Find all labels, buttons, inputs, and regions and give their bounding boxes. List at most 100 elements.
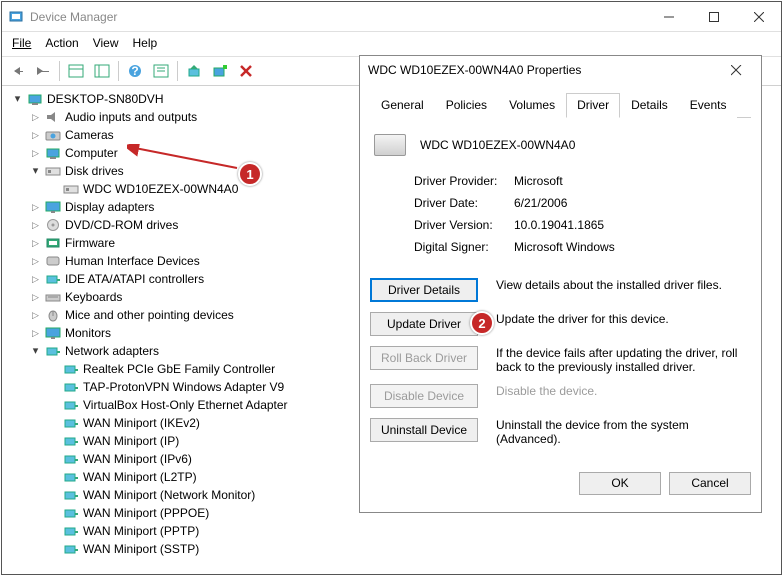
device-icon xyxy=(45,344,61,358)
tab-policies[interactable]: Policies xyxy=(435,93,498,118)
tab-details[interactable]: Details xyxy=(620,93,679,118)
device-icon xyxy=(63,182,79,196)
uninstall-icon[interactable] xyxy=(235,60,257,82)
tree-item-label: TAP-ProtonVPN Windows Adapter V9 xyxy=(83,378,284,396)
menu-file[interactable]: File xyxy=(12,36,31,50)
collapse-icon[interactable] xyxy=(30,166,41,177)
device-icon xyxy=(63,416,79,430)
menu-view[interactable]: View xyxy=(93,36,119,50)
forward-button[interactable] xyxy=(32,60,54,82)
expand-icon[interactable] xyxy=(30,202,41,213)
toolbar-separator xyxy=(177,61,178,81)
collapse-icon[interactable] xyxy=(30,346,41,357)
tab-general[interactable]: General xyxy=(370,93,435,118)
expand-icon[interactable] xyxy=(30,292,41,303)
device-icon xyxy=(63,488,79,502)
disable-device-button[interactable]: Disable Device xyxy=(370,384,478,408)
cancel-button[interactable]: Cancel xyxy=(669,472,751,495)
device-icon xyxy=(45,308,61,322)
close-button[interactable] xyxy=(736,2,781,31)
tree-item-label: Cameras xyxy=(65,126,114,144)
annotation-badge-1: 1 xyxy=(238,162,262,186)
device-icon xyxy=(45,146,61,160)
tree-item[interactable]: WAN Miniport (PPTP) xyxy=(48,522,775,540)
menu-help[interactable]: Help xyxy=(133,36,158,50)
expand-icon[interactable] xyxy=(30,220,41,231)
annotation-badge-2: 2 xyxy=(470,311,494,335)
help-icon[interactable]: ? xyxy=(124,60,146,82)
device-icon xyxy=(63,542,79,556)
maximize-button[interactable] xyxy=(691,2,736,31)
properties-icon[interactable] xyxy=(150,60,172,82)
scan-hardware-icon[interactable] xyxy=(209,60,231,82)
tab-events[interactable]: Events xyxy=(679,93,738,118)
date-value: 6/21/2006 xyxy=(514,196,567,210)
expand-icon[interactable] xyxy=(30,130,41,141)
computer-icon xyxy=(27,92,43,106)
tree-item-label: WAN Miniport (Network Monitor) xyxy=(83,486,255,504)
tree-item-label: Network adapters xyxy=(65,342,159,360)
collapse-icon[interactable] xyxy=(12,94,23,105)
device-icon xyxy=(45,200,61,214)
tree-item-label: WAN Miniport (L2TP) xyxy=(83,468,197,486)
provider-value: Microsoft xyxy=(514,174,563,188)
app-icon xyxy=(8,9,24,25)
svg-text:?: ? xyxy=(131,64,138,78)
tree-item-label: WAN Miniport (IP) xyxy=(83,432,179,450)
signer-label: Digital Signer: xyxy=(414,240,514,254)
version-value: 10.0.19041.1865 xyxy=(514,218,604,232)
titlebar: Device Manager xyxy=(2,2,781,32)
update-driver-icon[interactable] xyxy=(183,60,205,82)
disable-device-desc: Disable the device. xyxy=(496,384,751,398)
toolbar-separator xyxy=(118,61,119,81)
uninstall-device-desc: Uninstall the device from the system (Ad… xyxy=(496,418,751,446)
roll-back-driver-button[interactable]: Roll Back Driver xyxy=(370,346,478,370)
device-icon xyxy=(63,506,79,520)
device-icon xyxy=(63,452,79,466)
tree-item-label: VirtualBox Host-Only Ethernet Adapter xyxy=(83,396,288,414)
device-icon xyxy=(63,470,79,484)
driver-info: Driver Provider:Microsoft Driver Date:6/… xyxy=(370,170,751,258)
driver-details-desc: View details about the installed driver … xyxy=(496,278,751,292)
date-label: Driver Date: xyxy=(414,196,514,210)
dialog-close-button[interactable] xyxy=(731,65,753,76)
tree-item[interactable]: WAN Miniport (SSTP) xyxy=(48,540,775,558)
minimize-button[interactable] xyxy=(646,2,691,31)
tree-item-label: Human Interface Devices xyxy=(65,252,200,270)
tree-item-label: Monitors xyxy=(65,324,111,342)
signer-value: Microsoft Windows xyxy=(514,240,615,254)
details-icon[interactable] xyxy=(91,60,113,82)
expand-icon[interactable] xyxy=(30,274,41,285)
version-label: Driver Version: xyxy=(414,218,514,232)
tree-item-label: Computer xyxy=(65,144,118,162)
back-button[interactable] xyxy=(6,60,28,82)
expand-icon[interactable] xyxy=(30,238,41,249)
show-hidden-icon[interactable] xyxy=(65,60,87,82)
tree-item-label: DVD/CD-ROM drives xyxy=(65,216,178,234)
update-driver-button[interactable]: Update Driver xyxy=(370,312,478,336)
dialog-tabs: GeneralPoliciesVolumesDriverDetailsEvent… xyxy=(370,92,751,118)
device-header: WDC WD10EZEX-00WN4A0 xyxy=(370,130,751,170)
tree-item-label: DESKTOP-SN80DVH xyxy=(47,90,163,108)
tree-item-label: Mice and other pointing devices xyxy=(65,306,234,324)
tree-item-label: WAN Miniport (SSTP) xyxy=(83,540,199,558)
expand-icon[interactable] xyxy=(30,112,41,123)
ok-button[interactable]: OK xyxy=(579,472,661,495)
menu-bar: File Action View Help xyxy=(2,32,781,57)
device-icon xyxy=(45,218,61,232)
uninstall-device-button[interactable]: Uninstall Device xyxy=(370,418,478,442)
tree-item-label: Audio inputs and outputs xyxy=(65,108,197,126)
expand-icon[interactable] xyxy=(30,148,41,159)
expand-icon[interactable] xyxy=(30,328,41,339)
expand-icon[interactable] xyxy=(30,256,41,267)
dialog-title: WDC WD10EZEX-00WN4A0 Properties xyxy=(368,63,731,77)
expand-icon[interactable] xyxy=(30,310,41,321)
driver-details-button[interactable]: Driver Details xyxy=(370,278,478,302)
tree-item-label: Display adapters xyxy=(65,198,154,216)
menu-action[interactable]: Action xyxy=(45,36,78,50)
tab-driver[interactable]: Driver xyxy=(566,93,620,118)
tree-item-label: Realtek PCIe GbE Family Controller xyxy=(83,360,275,378)
tab-volumes[interactable]: Volumes xyxy=(498,93,566,118)
tree-item-label: WAN Miniport (PPPOE) xyxy=(83,504,209,522)
device-icon xyxy=(45,236,61,250)
